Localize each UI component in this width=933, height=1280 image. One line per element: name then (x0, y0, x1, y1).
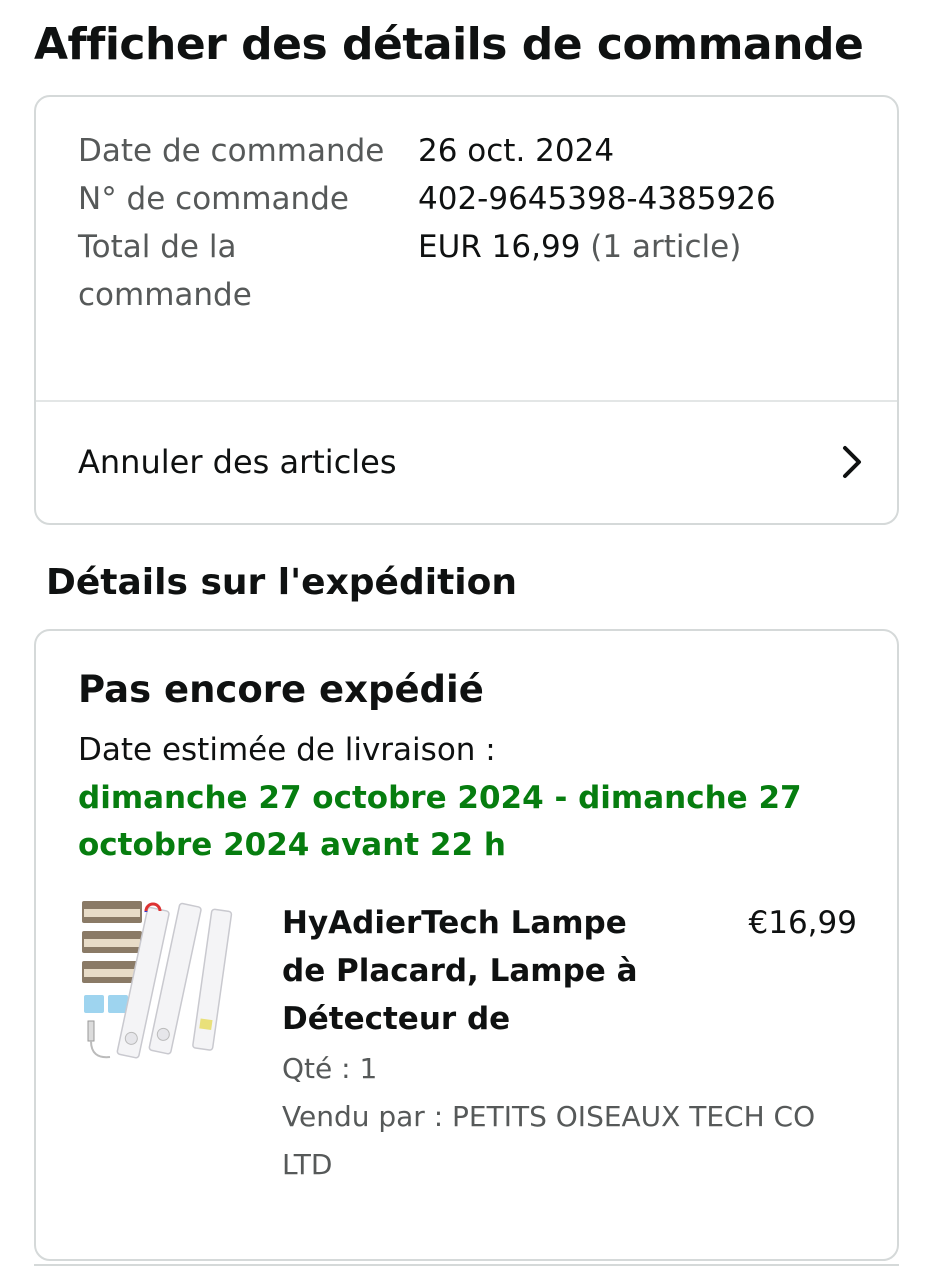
order-date-value: 26 oct. 2024 (418, 133, 615, 169)
delivery-estimate-date: dimanche 27 octobre 2024 - dimanche 27 o… (78, 780, 802, 863)
order-total-value: EUR 16,99 (418, 229, 581, 265)
product-seller: Vendu par : PETITS OISEAUX TECH CO LTD (282, 1100, 816, 1181)
delivery-estimate-label: Date estimée de livraison : (78, 732, 496, 768)
cancel-items-button[interactable]: Annuler des articles (36, 402, 897, 522)
page-title: Afficher des détails de commande (34, 19, 864, 70)
product-quantity: Qté : 1 (282, 1052, 378, 1085)
order-item-count: (1 article) (590, 229, 742, 265)
order-total-label: Total de la commande (78, 229, 252, 313)
chevron-right-icon (841, 444, 863, 480)
cancel-items-label: Annuler des articles (78, 443, 397, 481)
order-summary-grid: Date de commande 26 oct. 2024 N° de comm… (78, 127, 877, 319)
order-number-label: N° de commande (78, 181, 349, 217)
order-summary-card: Date de commande 26 oct. 2024 N° de comm… (34, 95, 899, 525)
product-price: €16,99 (748, 905, 857, 941)
shipping-section-title: Détails sur l'expédition (46, 562, 517, 603)
bottom-divider (34, 1264, 899, 1266)
product-image[interactable] (80, 899, 250, 1074)
order-date-label: Date de commande (78, 133, 385, 169)
order-total: EUR 16,99 (1 article) (418, 223, 877, 319)
shipment-status: Pas encore expédié (78, 668, 484, 711)
shipment-card: Pas encore expédié Date estimée de livra… (34, 629, 899, 1261)
order-number-value: 402-9645398-4385926 (418, 181, 776, 217)
product-title-link[interactable]: HyAdierTech Lampe de Placard, Lampe à Dé… (282, 899, 662, 1043)
